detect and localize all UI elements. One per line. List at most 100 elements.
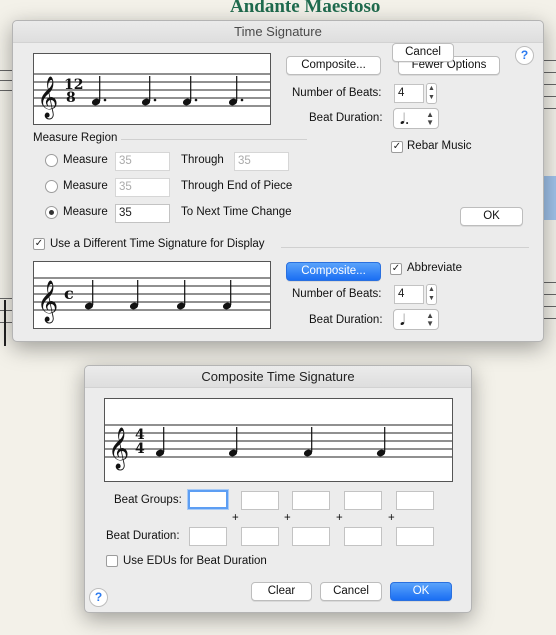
divider <box>281 247 529 248</box>
bg-staff-line <box>544 282 556 283</box>
beat-group-field-5[interactable] <box>396 491 434 510</box>
beat-duration-field-5[interactable] <box>396 527 434 546</box>
different-display-checkbox[interactable]: ✓ <box>33 238 45 250</box>
chevron-updown-icon: ▲ ▼ <box>426 110 434 127</box>
beat-duration-field-2[interactable] <box>241 527 279 546</box>
use-edus-label: Use EDUs for Beat Duration <box>123 555 267 567</box>
through-label: Through <box>181 154 224 166</box>
plus-sign: + <box>284 512 291 524</box>
bg-note-stem <box>4 300 6 346</box>
use-edus-checkbox[interactable] <box>106 555 118 567</box>
dialog-title: Time Signature <box>13 21 543 43</box>
abbreviate-checkbox[interactable]: ✓ <box>390 263 402 275</box>
bg-staff-line <box>544 84 556 85</box>
measure-start-field[interactable]: 35 <box>115 152 170 171</box>
rebar-music-checkbox[interactable]: ✓ <box>391 141 403 153</box>
time-signature-dialog: Time Signature 𝄞 12 8 Composite... Fewer… <box>12 20 544 342</box>
cancel-button[interactable]: Cancel <box>392 43 454 62</box>
quarter-note <box>155 427 165 457</box>
bg-staff-line <box>544 294 556 295</box>
measure-end-field[interactable]: 35 <box>234 152 289 171</box>
measure-label: Measure <box>63 206 108 218</box>
number-of-beats-stepper[interactable]: ▲ ▼ <box>426 83 437 104</box>
plus-sign: + <box>336 512 343 524</box>
bg-staff-line <box>0 310 12 311</box>
selection-highlight <box>544 176 556 220</box>
bg-staff-line <box>0 70 12 71</box>
composite-preview: 𝄞 4 4 <box>104 398 453 482</box>
quarter-note-icon: 𝅘𝅥 <box>400 311 405 329</box>
measure-region-label: Measure Region <box>33 132 118 144</box>
dialog-title: Composite Time Signature <box>85 366 471 388</box>
quarter-note <box>222 280 232 310</box>
treble-clef-icon: 𝄞 <box>108 427 129 470</box>
cancel-button[interactable]: Cancel <box>320 582 382 601</box>
bg-staff-line <box>544 72 556 73</box>
beat-duration-field-4[interactable] <box>344 527 382 546</box>
common-time-symbol: c <box>64 284 74 303</box>
radio-measure-end-of-piece[interactable] <box>45 180 58 193</box>
dotted-quarter-note <box>91 76 107 106</box>
quarter-note <box>303 427 313 457</box>
quarter-note <box>129 280 139 310</box>
measure-label: Measure <box>63 180 108 192</box>
dotted-quarter-note <box>182 76 198 106</box>
number-of-beats-field[interactable]: 4 <box>394 84 424 103</box>
bg-staff-line <box>544 60 556 61</box>
beat-duration-label: Beat Duration: <box>106 530 180 542</box>
display-number-of-beats-label: Number of Beats: <box>292 288 382 300</box>
beat-duration-field-3[interactable] <box>292 527 330 546</box>
help-button[interactable]: ? <box>89 588 108 607</box>
display-number-of-beats-field[interactable]: 4 <box>394 285 424 304</box>
beat-group-field-3[interactable] <box>292 491 330 510</box>
measure-start-field[interactable]: 35 <box>115 178 170 197</box>
through-end-of-piece-label: Through End of Piece <box>181 180 293 192</box>
preview-notes <box>91 76 244 106</box>
to-next-time-change-label: To Next Time Change <box>181 206 292 218</box>
ok-button[interactable]: OK <box>460 207 523 226</box>
beat-group-field-2[interactable] <box>241 491 279 510</box>
radio-measure-through[interactable] <box>45 154 58 167</box>
treble-clef-icon: 𝄞 <box>37 76 58 119</box>
bg-staff-line <box>544 306 556 307</box>
ok-button[interactable]: OK <box>390 582 452 601</box>
beat-groups-label: Beat Groups: <box>114 494 182 506</box>
display-time-signature-preview: 𝄞 c <box>33 261 271 329</box>
beat-group-field-4[interactable] <box>344 491 382 510</box>
treble-clef-icon: 𝄞 <box>37 280 58 323</box>
quarter-note <box>84 280 94 310</box>
display-beat-duration-label: Beat Duration: <box>309 314 383 326</box>
plus-sign: + <box>232 512 239 524</box>
time-signature-preview: 𝄞 12 8 <box>33 53 271 125</box>
divider <box>121 139 307 140</box>
plus-sign: + <box>388 512 395 524</box>
different-display-label: Use a Different Time Signature for Displ… <box>50 238 265 250</box>
rebar-music-label: Rebar Music <box>407 140 472 152</box>
display-preview-notes <box>84 280 232 310</box>
piece-title: Andante Maestoso <box>230 0 381 17</box>
number-of-beats-label: Number of Beats: <box>292 87 382 99</box>
time-signature-bottom: 4 <box>135 441 145 457</box>
time-signature-bottom: 8 <box>66 90 76 106</box>
radio-measure-next-change[interactable] <box>45 206 58 219</box>
display-number-of-beats-stepper[interactable]: ▲ ▼ <box>426 284 437 305</box>
display-composite-button[interactable]: Composite... <box>286 262 381 281</box>
dotted-quarter-note <box>141 76 157 106</box>
clear-button[interactable]: Clear <box>251 582 312 601</box>
quarter-note <box>228 427 238 457</box>
composite-button[interactable]: Composite... <box>286 56 381 75</box>
bg-staff-line <box>0 322 12 323</box>
bg-staff-line <box>544 96 556 97</box>
beat-duration-popup[interactable]: 𝅘𝅥. ▲ ▼ <box>393 108 439 129</box>
measure-start-field[interactable]: 35 <box>115 204 170 223</box>
display-beat-duration-popup[interactable]: 𝅘𝅥 ▲ ▼ <box>393 309 439 330</box>
dotted-quarter-note <box>228 76 244 106</box>
composite-preview-notes <box>155 427 386 457</box>
composite-time-signature-dialog: Composite Time Signature 𝄞 4 4 Beat Grou… <box>84 365 472 613</box>
measure-label: Measure <box>63 154 108 166</box>
beat-group-field-1[interactable] <box>188 490 228 509</box>
abbreviate-label: Abbreviate <box>407 262 462 274</box>
help-button[interactable]: ? <box>515 46 534 65</box>
beat-duration-field-1[interactable] <box>189 527 227 546</box>
bg-staff-line <box>544 108 556 109</box>
